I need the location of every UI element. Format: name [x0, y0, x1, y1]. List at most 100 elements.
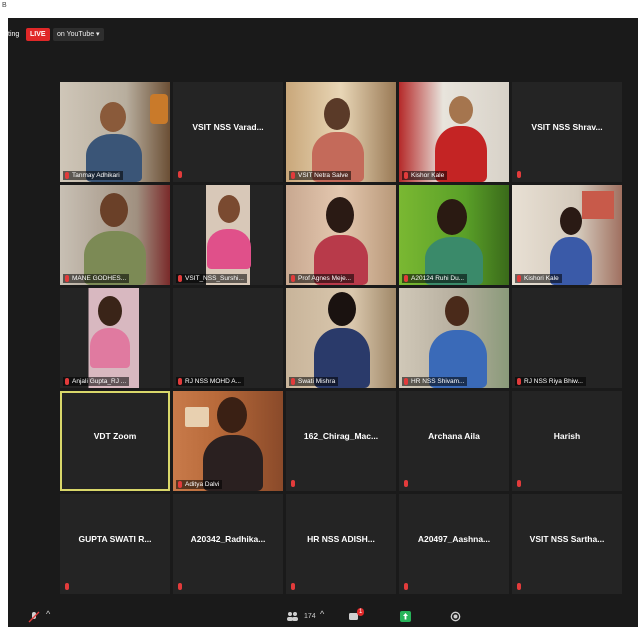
participant-video: [512, 185, 622, 285]
mic-muted-icon: [291, 172, 295, 179]
mic-muted-icon: [65, 275, 69, 282]
participant-video: [173, 185, 283, 285]
participant-name-centered: A20497_Aashna...: [417, 534, 491, 544]
mic-muted-icon: [178, 583, 182, 590]
mic-muted-icon: [404, 275, 408, 282]
mic-muted-icon: [178, 378, 182, 385]
mic-muted-icon: [517, 583, 521, 590]
participant-tile[interactable]: Anjali Gupta_RJ ...: [60, 288, 170, 388]
meeting-controls-bar: ^ 174 ^ 1: [8, 608, 638, 627]
participant-name-centered: HR NSS ADISH...: [307, 534, 375, 544]
participant-tile[interactable]: RJ NSS Riya Bhiw...: [512, 288, 622, 388]
participant-name-label: RJ NSS MOHD A...: [176, 377, 244, 386]
participant-tile[interactable]: Harish: [512, 391, 622, 491]
meeting-title-fragment: ting: [8, 31, 20, 38]
participant-tile[interactable]: VSIT NSS Varad...: [173, 82, 283, 182]
mic-muted-icon: [291, 583, 295, 590]
participant-video: [399, 185, 509, 285]
participant-name-label: A20124 Ruhi Du...: [402, 274, 468, 283]
participant-tile[interactable]: HR NSS Shivam...: [399, 288, 509, 388]
participant-tile[interactable]: 162_Chirag_Mac...: [286, 391, 396, 491]
participant-tile[interactable]: Tanmay Adhikari: [60, 82, 170, 182]
participant-tile[interactable]: VSIT NSS Sartha...: [512, 494, 622, 594]
participant-name-centered: GUPTA SWATI R...: [78, 534, 152, 544]
participant-name-centered: Archana Aila: [428, 431, 480, 441]
mic-muted-icon: [517, 480, 521, 487]
mic-muted-icon: [291, 480, 295, 487]
participant-tile[interactable]: RJ NSS MOHD A...: [173, 288, 283, 388]
participant-name-centered: Harish: [553, 431, 581, 441]
participant-tile[interactable]: A20497_Aashna...: [399, 494, 509, 594]
participant-video: [60, 185, 170, 285]
participant-name-label: Anjali Gupta_RJ ...: [63, 377, 130, 386]
participant-tile[interactable]: VSIT_NSS_Surshi...: [173, 185, 283, 285]
participant-name-label: HR NSS Shivam...: [402, 377, 468, 386]
gallery-grid: Tanmay Adhikari VSIT NSS Varad... VSIT N…: [60, 82, 622, 594]
participant-tile[interactable]: Prof Agnes Meje...: [286, 185, 396, 285]
mic-muted-icon: [65, 583, 69, 590]
mic-muted-icon: [178, 275, 182, 282]
mic-muted-icon: [65, 378, 69, 385]
participant-name-label: VSIT Netra Salve: [289, 171, 352, 180]
share-screen-icon: [400, 611, 411, 622]
mic-muted-icon: [517, 378, 521, 385]
record-icon: [450, 611, 461, 622]
top-bar: ting LIVE on YouTube ▾: [8, 18, 638, 54]
participants-count: 174: [304, 613, 316, 620]
participant-tile[interactable]: A20342_Radhika...: [173, 494, 283, 594]
participant-video: [286, 288, 396, 388]
participant-video: [399, 82, 509, 182]
participant-name-label: VSIT_NSS_Surshi...: [176, 274, 247, 283]
participants-button[interactable]: [286, 611, 299, 624]
participant-tile[interactable]: Kishor Kale: [399, 82, 509, 182]
participant-tile[interactable]: VSIT NSS Shrav...: [512, 82, 622, 182]
participant-video: [60, 82, 170, 182]
mic-muted-icon: [178, 481, 182, 488]
mic-muted-icon: [404, 378, 408, 385]
chat-unread-badge: 1: [357, 608, 365, 616]
mic-muted-icon: [404, 480, 408, 487]
share-screen-button[interactable]: [400, 611, 411, 624]
participant-video: [286, 185, 396, 285]
participant-tile[interactable]: HR NSS ADISH...: [286, 494, 396, 594]
participant-video: [60, 288, 170, 388]
participant-name-centered: VDT Zoom: [93, 431, 137, 441]
participant-name-label: Kishor Kale: [402, 171, 448, 180]
participant-name-label: Prof Agnes Meje...: [289, 274, 355, 283]
record-button[interactable]: [450, 611, 461, 624]
participant-tile[interactable]: MANE GODHES...: [60, 185, 170, 285]
participant-video: [173, 391, 283, 491]
mic-muted-icon: [65, 172, 69, 179]
mic-muted-icon: [404, 172, 408, 179]
participant-name-centered: VSIT NSS Shrav...: [531, 122, 603, 132]
corner-mark: B: [2, 2, 7, 9]
mic-muted-icon: [291, 378, 295, 385]
participant-tile[interactable]: VSIT Netra Salve: [286, 82, 396, 182]
youtube-stream-dropdown[interactable]: on YouTube ▾: [53, 28, 104, 41]
participants-icon: [287, 612, 298, 621]
audio-options-caret[interactable]: ^: [46, 609, 50, 619]
microphone-muted-button[interactable]: [28, 611, 40, 625]
participant-name-label: Swati Mishra: [289, 377, 339, 386]
participants-caret[interactable]: ^: [320, 609, 324, 619]
participant-tile[interactable]: A20124 Ruhi Du...: [399, 185, 509, 285]
participant-name-centered: VSIT NSS Sartha...: [529, 534, 605, 544]
mic-muted-icon: [517, 171, 521, 178]
participant-name-label: MANE GODHES...: [63, 274, 130, 283]
participant-tile[interactable]: GUPTA SWATI R...: [60, 494, 170, 594]
mic-muted-icon: [517, 275, 521, 282]
microphone-muted-icon: [28, 611, 40, 623]
mic-muted-icon: [404, 583, 408, 590]
participant-video: [399, 288, 509, 388]
participant-tile[interactable]: Aditya Dalvi: [173, 391, 283, 491]
participant-name-centered: VSIT NSS Varad...: [192, 122, 264, 132]
mic-muted-icon: [291, 275, 295, 282]
participant-name-label: Aditya Dalvi: [176, 480, 223, 489]
participant-tile[interactable]: Swati Mishra: [286, 288, 396, 388]
participant-tile-active-speaker[interactable]: VDT Zoom: [60, 391, 170, 491]
participant-name-centered: 162_Chirag_Mac...: [303, 431, 379, 441]
participant-tile[interactable]: Kishori Kale: [512, 185, 622, 285]
live-badge[interactable]: LIVE: [26, 28, 50, 41]
participant-name-label: Tanmay Adhikari: [63, 171, 123, 180]
participant-tile[interactable]: Archana Aila: [399, 391, 509, 491]
